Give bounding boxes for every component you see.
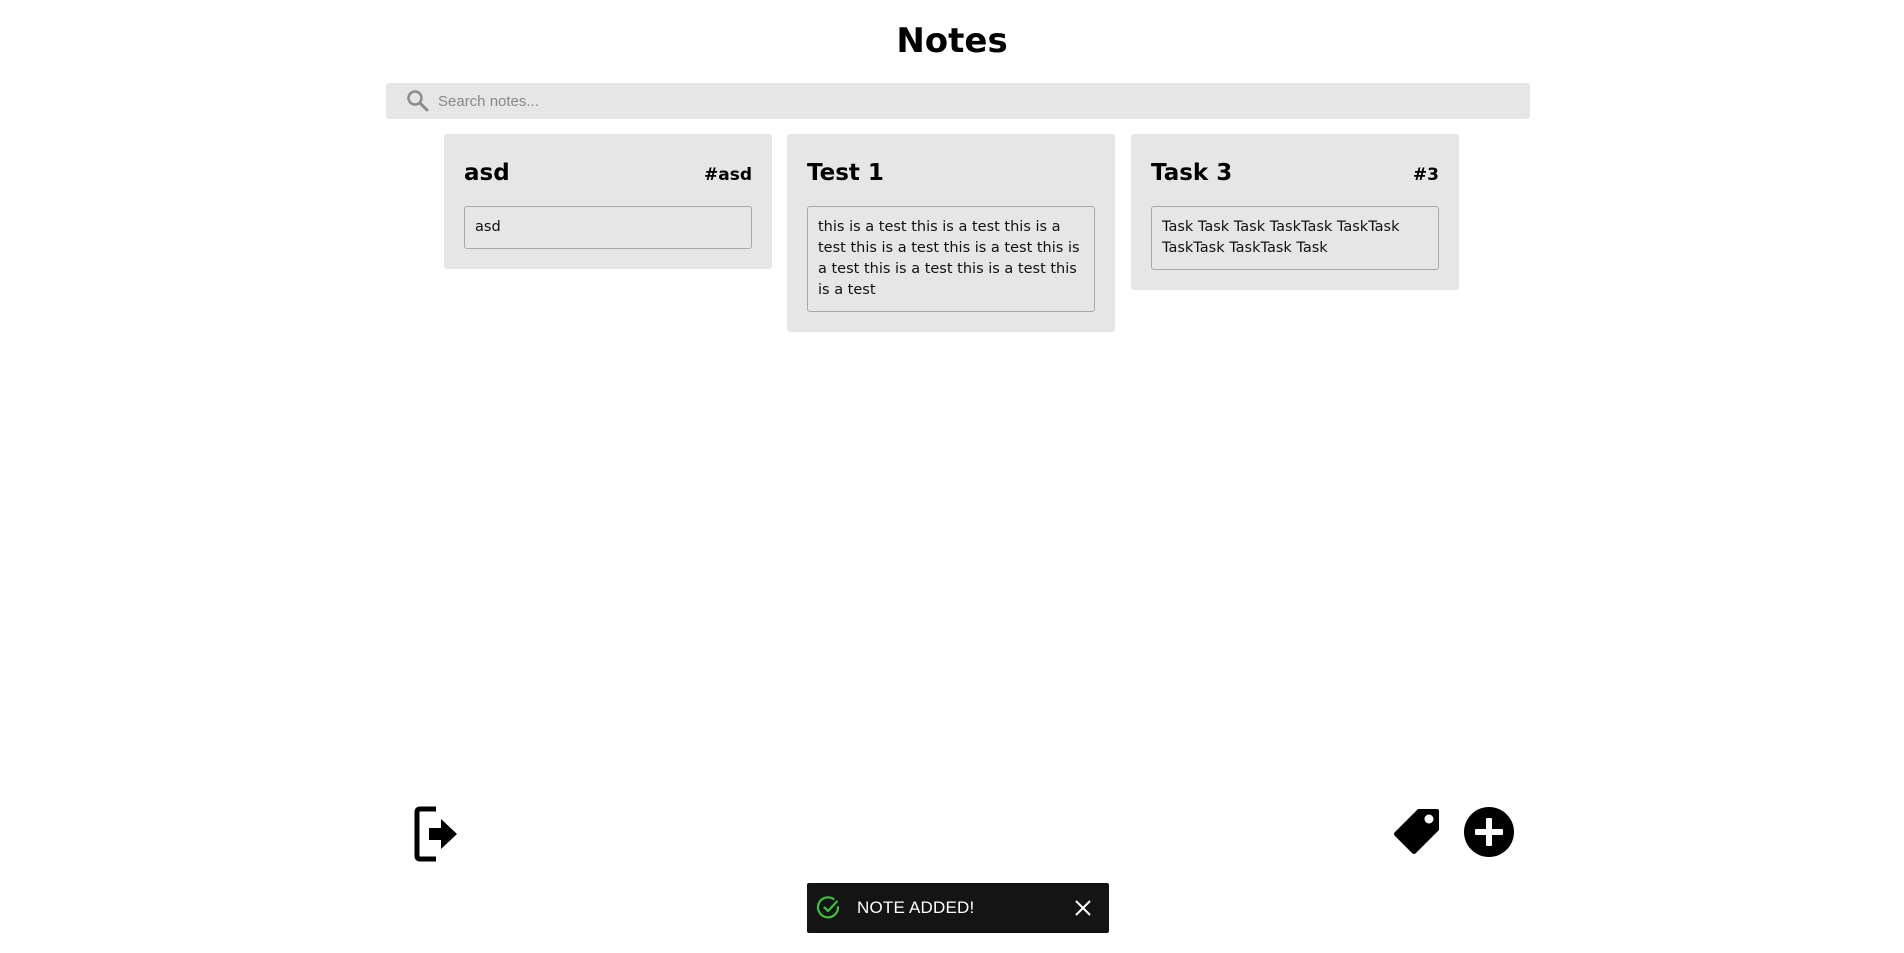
page-title: Notes [896, 21, 1008, 61]
note-title: Task 3 [1151, 160, 1233, 186]
note-body[interactable]: asd [464, 206, 752, 249]
note-card[interactable]: Task 3 #3 Task Task Task TaskTask TaskTa… [1131, 134, 1459, 290]
tag-icon[interactable] [1391, 807, 1441, 857]
toast-notification: NOTE ADDED! [807, 883, 1109, 933]
search-icon [407, 90, 429, 112]
search-input[interactable] [438, 86, 1518, 116]
add-note-icon[interactable] [1463, 806, 1515, 858]
note-title: asd [464, 160, 510, 186]
logout-icon[interactable] [414, 806, 460, 862]
note-tag: #3 [1412, 165, 1439, 185]
close-icon[interactable] [1073, 898, 1093, 918]
toast-message: NOTE ADDED! [857, 898, 975, 917]
note-title: Test 1 [807, 160, 884, 186]
note-card[interactable]: asd #asd asd [444, 134, 772, 269]
note-body[interactable]: Task Task Task TaskTask TaskTask TaskTas… [1151, 206, 1439, 270]
search-bar[interactable] [386, 83, 1530, 119]
check-circle-icon [817, 896, 840, 919]
note-body[interactable]: this is a test this is a test this is a … [807, 206, 1095, 312]
note-tag: #asd [703, 165, 752, 185]
note-card[interactable]: Test 1 this is a test this is a test thi… [787, 134, 1115, 332]
